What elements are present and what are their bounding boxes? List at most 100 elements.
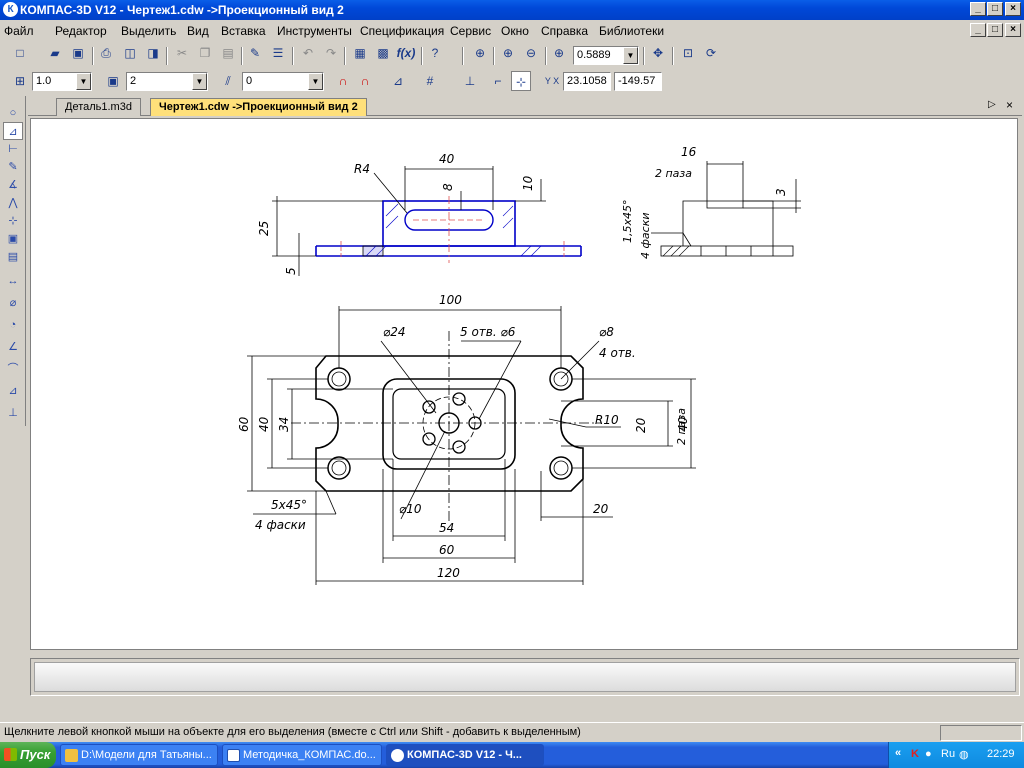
tray-expand-icon[interactable]: «	[895, 747, 901, 759]
help-pointer-icon[interactable]: ?	[425, 43, 445, 63]
maximize-button[interactable]: □	[987, 2, 1003, 16]
show-all-icon[interactable]: ⊡	[678, 43, 698, 63]
zoom-combo[interactable]: 0.5889 ▼	[573, 46, 639, 65]
save-icon[interactable]: ▣	[68, 43, 88, 63]
round-coords-icon[interactable]: ⊹	[511, 71, 531, 91]
ortho-icon[interactable]: ⊿	[388, 71, 408, 91]
tab-scroll-right-icon[interactable]: ▷	[988, 99, 996, 110]
close-button[interactable]: ×	[1005, 2, 1021, 16]
folder-icon	[65, 749, 78, 762]
dimensions-icon[interactable]: ⊿	[3, 122, 23, 140]
cut-icon[interactable]: ✂	[172, 43, 192, 63]
chevron-down-icon[interactable]: ▼	[76, 73, 91, 90]
parametrization-icon[interactable]: ∡	[3, 176, 23, 194]
zoom-in-icon[interactable]: ⊕	[498, 43, 518, 63]
local-cs-icon[interactable]: ⊥	[460, 71, 480, 91]
dim-front-40: 40	[439, 152, 455, 166]
menu-editor[interactable]: Редактор	[55, 24, 107, 38]
variables-icon[interactable]: f(x)	[396, 43, 416, 63]
snap-magnet-icon[interactable]: ∩	[333, 71, 353, 91]
diameter-dimension-icon[interactable]: ⌀	[3, 294, 23, 312]
pan-icon[interactable]: ✥	[648, 43, 668, 63]
line-scale-value: 1.0	[36, 75, 52, 87]
undo-icon[interactable]: ↶	[298, 43, 318, 63]
spec-icon[interactable]: ▤	[3, 248, 23, 266]
print-preview-icon[interactable]: ◫	[120, 43, 140, 63]
standard-toolbar: □ ▰ ▣ ⎙ ◫ ◨ ✂ ❐ ▤ ✎ ☰ ↶ ↷ ▦ ▩ f(x) ? ⊕ ⊕…	[0, 43, 740, 69]
dim-120: 120	[437, 566, 460, 580]
scale-icon[interactable]: ⊞	[10, 71, 30, 91]
library-manager-icon[interactable]: ▩	[373, 43, 393, 63]
task-kompas[interactable]: КОМПАС-3D V12 - Ч...	[386, 744, 544, 766]
doc-maximize-button[interactable]: □	[987, 23, 1003, 37]
selection-icon[interactable]: ⊹	[3, 212, 23, 230]
arc-dimension-icon[interactable]: ⌒	[3, 360, 23, 378]
properties-icon[interactable]: ☰	[268, 43, 288, 63]
menu-service[interactable]: Сервис	[450, 24, 491, 38]
zoom-scale-icon[interactable]: ⊕	[549, 43, 569, 63]
chevron-down-icon[interactable]: ▼	[308, 73, 323, 90]
manager-icon[interactable]: ▦	[350, 43, 370, 63]
network-globe-icon[interactable]: ◍	[959, 748, 969, 761]
chevron-down-icon[interactable]: ▼	[192, 73, 207, 90]
coord-x-field[interactable]: 23.1058	[563, 72, 611, 91]
tab-part[interactable]: Деталь1.m3d	[56, 98, 141, 116]
menu-help[interactable]: Справка	[541, 24, 588, 38]
drawing-canvas[interactable]: 40 8 10 25 5 R4 16 2 паза 3 1,5х45° 4 фа…	[30, 118, 1018, 650]
menu-window[interactable]: Окно	[501, 24, 529, 38]
refresh-icon[interactable]: ⟳	[701, 43, 721, 63]
copy-icon[interactable]: ❐	[195, 43, 215, 63]
start-button[interactable]: Пуск	[0, 742, 56, 768]
measurements-icon[interactable]: ⋀	[3, 194, 23, 212]
height-mark-icon[interactable]: ⊥	[3, 404, 23, 422]
zoom-window-icon[interactable]: ⊕	[470, 43, 490, 63]
designations-icon[interactable]: ⊢	[3, 140, 23, 158]
local-snap-icon[interactable]: ∩	[355, 71, 375, 91]
format-brush-icon[interactable]: ✎	[245, 43, 265, 63]
menu-specification[interactable]: Спецификация	[360, 24, 444, 38]
dim-chamfer-n-plan: 4 фаски	[255, 518, 306, 532]
tab-close-icon[interactable]: ×	[1006, 98, 1013, 112]
redo-icon[interactable]: ↷	[321, 43, 341, 63]
associative-views-icon[interactable]: ▣	[3, 230, 23, 248]
paste-icon[interactable]: ▤	[218, 43, 238, 63]
chamfer-dimension-icon[interactable]: ⊿	[3, 382, 23, 400]
angular-dimension-icon[interactable]: ∠	[3, 338, 23, 356]
dim-d10: ⌀10	[399, 502, 422, 516]
minimize-button[interactable]: _	[970, 2, 986, 16]
ortho-mode-icon[interactable]: ⌐	[488, 71, 508, 91]
doc-minimize-button[interactable]: _	[970, 23, 986, 37]
menu-insert[interactable]: Вставка	[221, 24, 266, 38]
doc-close-button[interactable]: ×	[1005, 23, 1021, 37]
grid-icon[interactable]: #	[420, 71, 440, 91]
antivirus-icon[interactable]: K	[911, 748, 919, 760]
menu-file[interactable]: Файл	[4, 24, 34, 38]
chevron-down-icon[interactable]: ▼	[623, 47, 638, 64]
style-combo[interactable]: 0 ▼	[242, 72, 324, 91]
language-indicator[interactable]: Ru	[941, 748, 955, 760]
menu-select[interactable]: Выделить	[121, 24, 176, 38]
line-style-icon[interactable]: ⫽	[218, 71, 238, 91]
menu-view[interactable]: Вид	[187, 24, 209, 38]
task-word-doc[interactable]: Методичка_КОМПАС.do...	[222, 744, 382, 766]
tab-drawing[interactable]: Чертеж1.cdw ->Проекционный вид 2	[150, 98, 367, 116]
line-scale-combo[interactable]: 1.0 ▼	[32, 72, 92, 91]
title-bar: К КОМПАС-3D V12 - Чертеж1.cdw ->Проекцио…	[0, 0, 1024, 20]
print-icon[interactable]: ⎙	[96, 43, 116, 63]
editing-icon[interactable]: ✎	[3, 158, 23, 176]
page-preview-icon[interactable]: ◨	[143, 43, 163, 63]
menu-libraries[interactable]: Библиотеки	[599, 24, 664, 38]
new-document-icon[interactable]: □	[10, 43, 30, 63]
open-folder-icon[interactable]: ▰	[45, 43, 65, 63]
task-folder[interactable]: D:\Модели для Татьяны...	[60, 744, 218, 766]
radial-dimension-icon[interactable]: ◔	[3, 316, 23, 334]
coord-y-field[interactable]: -149.57	[614, 72, 662, 91]
linear-dimension-icon[interactable]: ↔	[3, 272, 23, 290]
dim-40-left: 40	[257, 416, 271, 432]
zoom-out-icon[interactable]: ⊖	[521, 43, 541, 63]
geometry-icon[interactable]: ○	[3, 104, 23, 122]
layer-icon[interactable]: ▣	[103, 71, 123, 91]
layer-combo[interactable]: 2 ▼	[126, 72, 208, 91]
menu-tools[interactable]: Инструменты	[277, 24, 352, 38]
shield-icon[interactable]: ●	[925, 748, 932, 760]
